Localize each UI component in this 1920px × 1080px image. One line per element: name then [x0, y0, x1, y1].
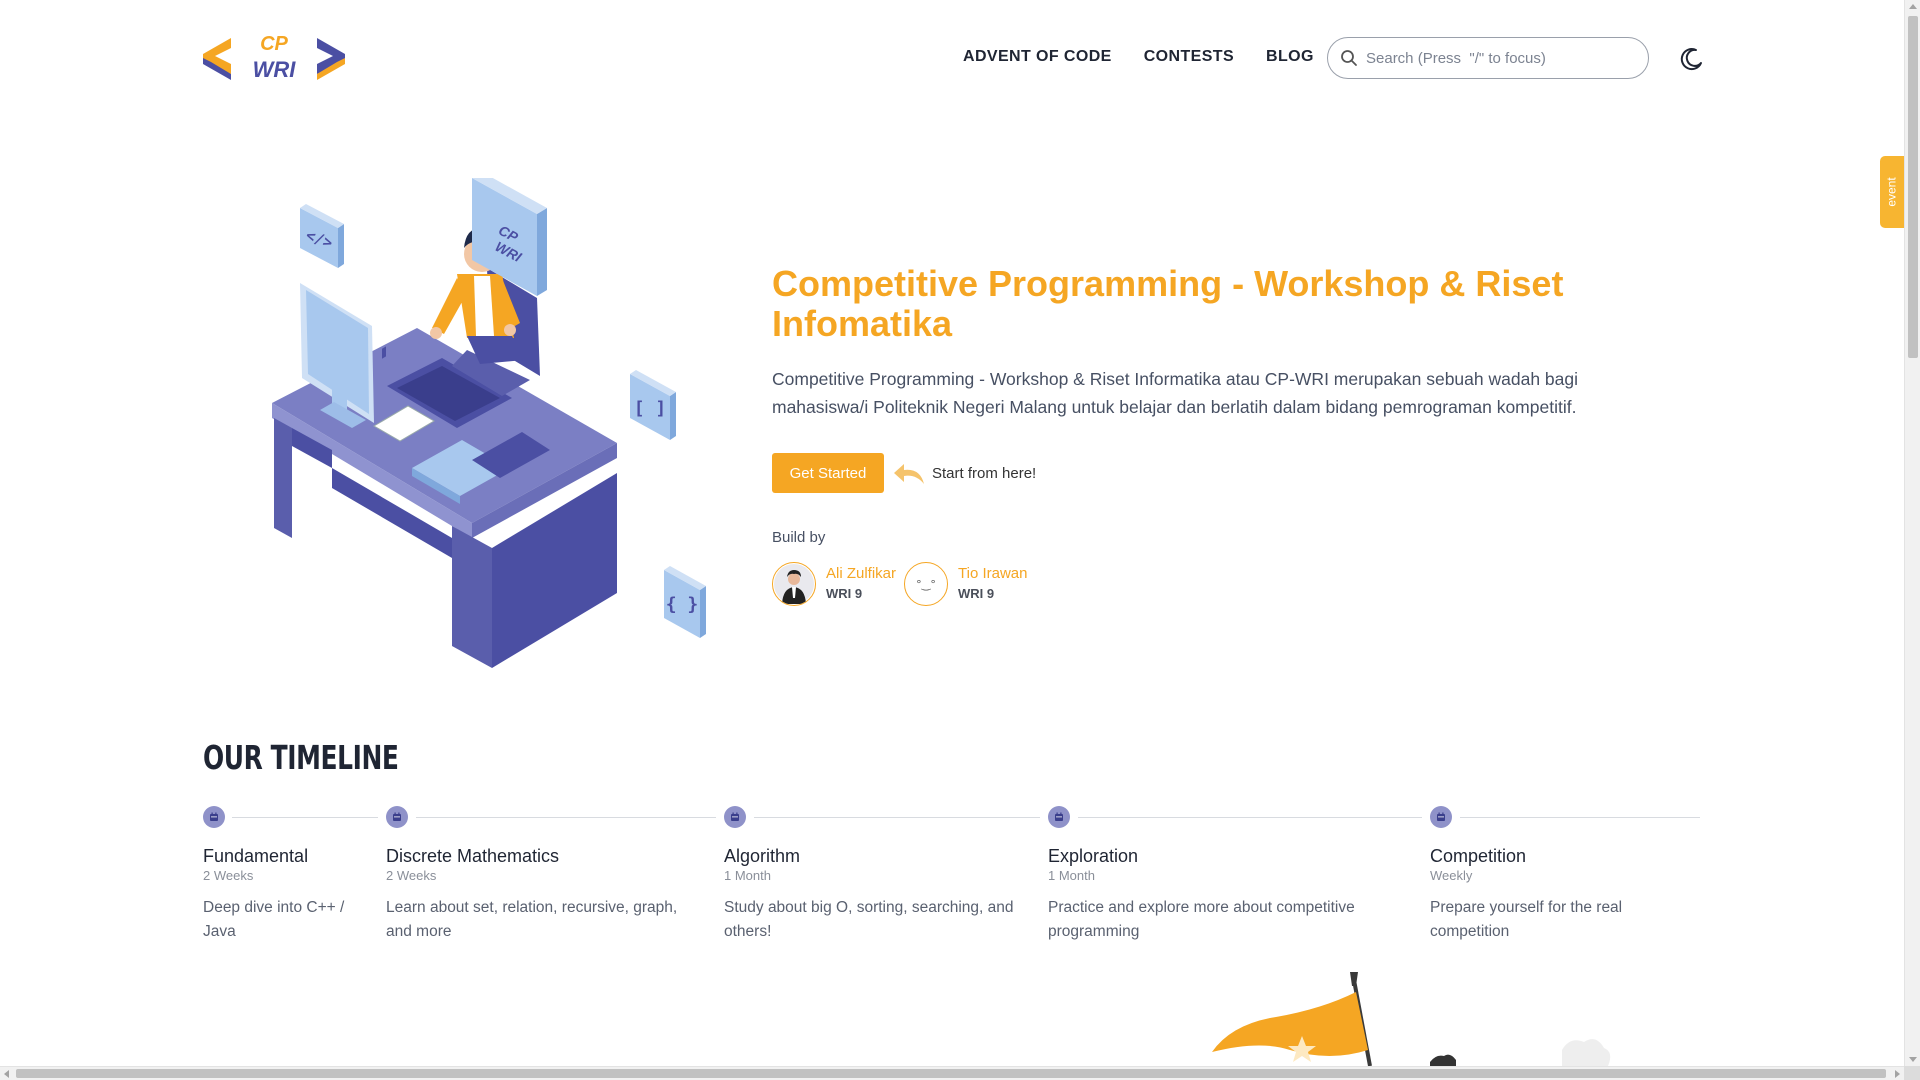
scroll-left-arrow-icon[interactable] [4, 1070, 9, 1078]
timeline-item-discrete-mathematics: Discrete Mathematics 2 Weeks Learn about… [386, 806, 696, 944]
svg-text:[ ]: [ ] [634, 398, 667, 419]
hero-content: Competitive Programming - Workshop & Ris… [772, 264, 1672, 606]
timeline-item-duration: 2 Weeks [386, 868, 437, 883]
code-tile-braces: { } [664, 566, 706, 638]
curved-arrow-icon [894, 464, 924, 484]
nav-contests[interactable]: CONTESTS [1144, 48, 1234, 66]
code-tile-html: </> [300, 204, 344, 268]
timeline-item-description: Deep dive into C++ / Java [203, 899, 345, 940]
build-by-label: Build by [772, 529, 826, 546]
builder-ali-zulfikar[interactable]: Ali Zulfikar WRI 9 [772, 562, 896, 606]
timeline-item-name: Fundamental [203, 846, 309, 866]
calendar-icon [1430, 806, 1452, 828]
timeline-item-name: Exploration [1048, 846, 1139, 866]
hero-illustration: </> CP WRI [ ] { } [272, 178, 706, 668]
code-tile-brackets: [ ] [630, 370, 676, 440]
face-emoticon: °‿° [916, 577, 936, 591]
timeline-item-duration: 1 Month [1048, 868, 1095, 883]
cp-wri-logo[interactable]: CP WRI [203, 28, 345, 86]
flag-illustration [1212, 972, 1611, 1066]
timeline-item-duration: 2 Weeks [203, 868, 254, 883]
logo-wri-text: WRI [253, 57, 297, 82]
calendar-icon [1048, 806, 1070, 828]
nav-advent-of-code[interactable]: ADVENT OF CODE [963, 48, 1112, 66]
search-box[interactable] [1327, 37, 1649, 79]
event-side-tab[interactable]: event [1880, 156, 1904, 228]
timeline-item-exploration: Exploration 1 Month Practice and explore… [1048, 806, 1398, 944]
timeline-item-name: Algorithm [724, 846, 801, 866]
builder-tio-irawan[interactable]: °‿° Tio Irawan WRI 9 [904, 562, 1028, 606]
timeline-item-description: Study about big O, sorting, searching, a… [724, 899, 1014, 940]
builders-list: Ali Zulfikar WRI 9 °‿° Tio Irawan WRI 9 [772, 562, 1672, 606]
builder-name: Tio Irawan [958, 565, 1028, 582]
logo-cp-text: CP [260, 33, 288, 55]
timeline-item-description: Learn about set, relation, recursive, gr… [386, 899, 678, 940]
scroll-right-arrow-icon[interactable] [1895, 1070, 1900, 1078]
timeline-item-name: Discrete Mathematics [386, 846, 560, 866]
avatar: °‿° [904, 562, 949, 606]
timeline-title: OUR TIMELINE [203, 738, 399, 777]
timeline-item-description: Practice and explore more about competit… [1048, 899, 1355, 940]
event-tab-label: event [1885, 177, 1900, 207]
calendar-icon [203, 806, 225, 828]
calendar-icon [724, 806, 746, 828]
timeline-item-algorithm: Algorithm 1 Month Study about big O, sor… [724, 806, 1014, 944]
scroll-thumb[interactable] [1908, 16, 1918, 358]
timeline-item-description: Prepare yourself for the real competitio… [1430, 899, 1623, 940]
timeline-item-fundamental: Fundamental 2 Weeks Deep dive into C++ /… [203, 806, 373, 944]
scrollbar-corner [1904, 1066, 1920, 1080]
search-input[interactable] [1366, 49, 1626, 67]
get-started-button[interactable]: Get Started [772, 453, 884, 493]
timeline-item-duration: 1 Month [724, 868, 771, 883]
avatar [772, 562, 816, 606]
hero-title: Competitive Programming - Workshop & Ris… [772, 263, 1564, 344]
person-photo-icon [774, 564, 814, 604]
nav-blog[interactable]: BLOG [1266, 48, 1314, 66]
cta-row: Get Started Start from here! [772, 453, 1672, 493]
horizontal-scrollbar[interactable] [0, 1066, 1904, 1080]
timeline-item-competition: Competition Weekly Prepare yourself for … [1430, 806, 1680, 944]
timeline-item-duration: Weekly [1430, 868, 1473, 883]
calendar-icon [386, 806, 408, 828]
main-nav: ADVENT OF CODE CONTESTS BLOG [963, 48, 1314, 66]
moon-icon[interactable] [1679, 46, 1705, 72]
svg-text:{ }: { } [666, 594, 699, 615]
timeline-item-name: Competition [1430, 846, 1527, 866]
builder-name: Ali Zulfikar [826, 565, 897, 582]
scroll-up-arrow-icon[interactable] [1909, 4, 1917, 9]
scroll-thumb[interactable] [16, 1069, 1886, 1078]
vertical-scrollbar[interactable] [1904, 0, 1920, 1066]
builder-group: WRI 9 [958, 586, 995, 601]
scroll-down-arrow-icon[interactable] [1909, 1057, 1917, 1062]
start-hint: Start from here! [932, 464, 1037, 482]
header: CP WRI ADVENT OF CODE CONTESTS BLOG [203, 28, 1703, 90]
builder-group: WRI 9 [826, 586, 863, 601]
hero-description: Competitive Programming - Workshop & Ris… [772, 369, 1578, 417]
search-icon [1341, 50, 1357, 66]
